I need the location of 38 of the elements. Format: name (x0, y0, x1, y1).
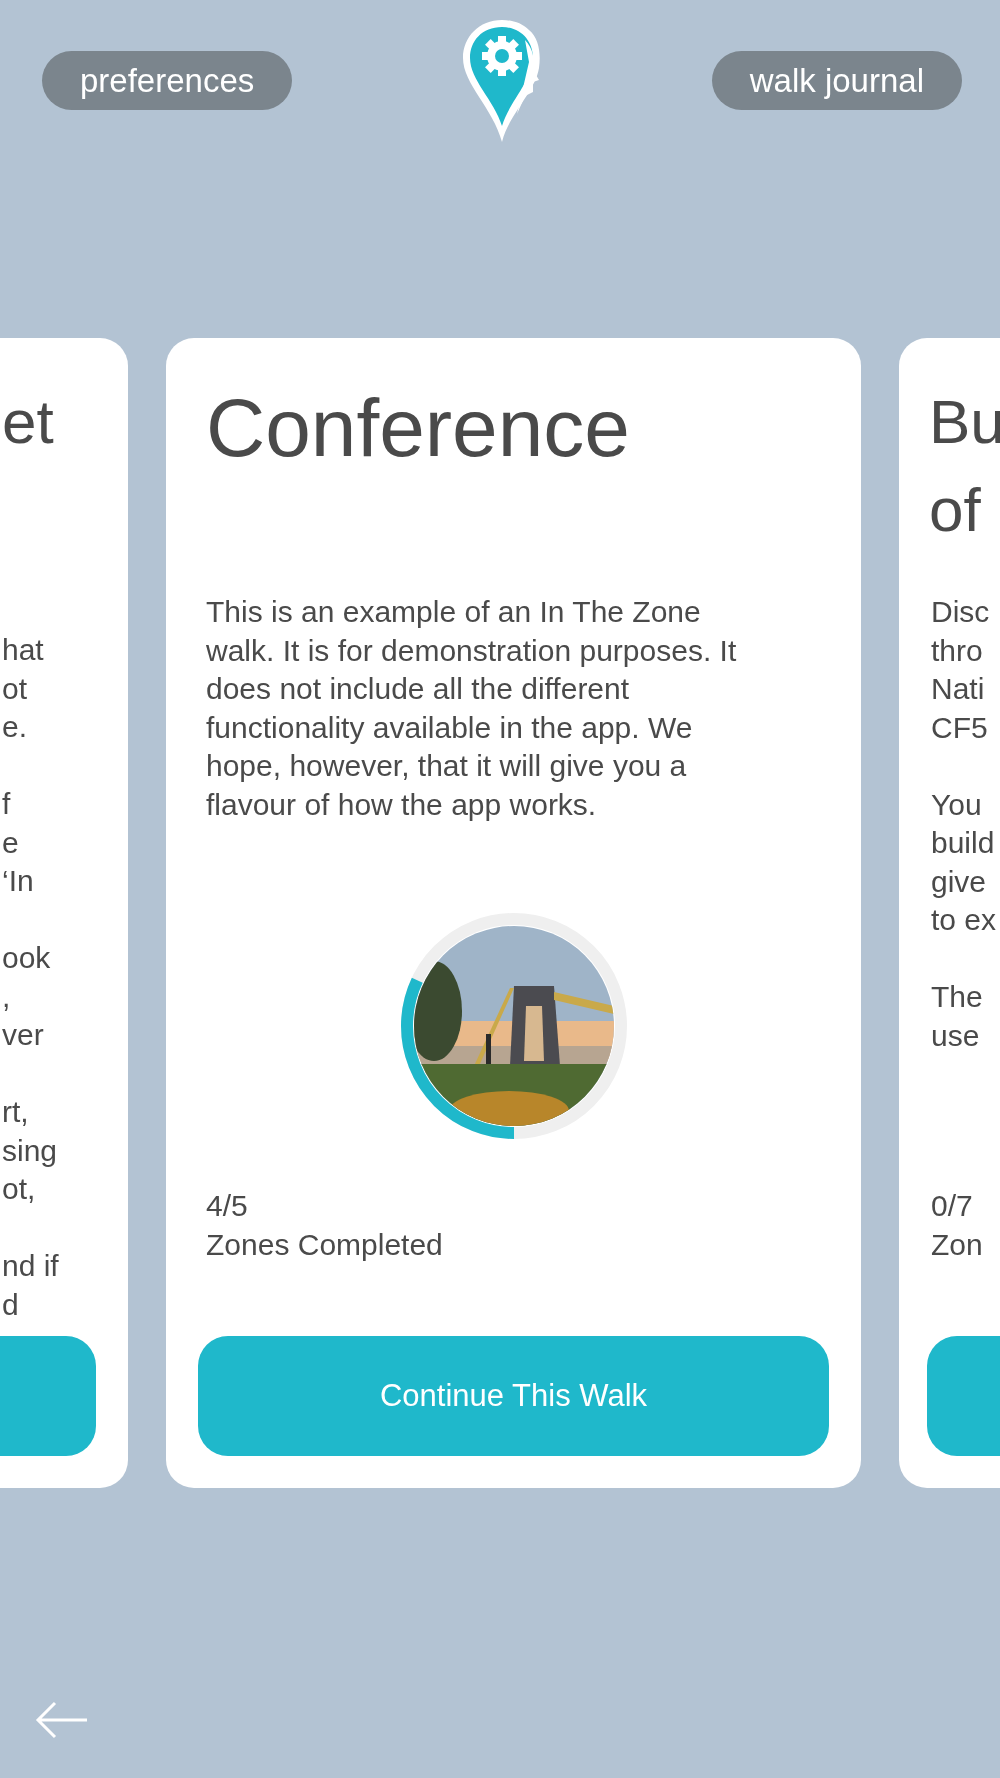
walk-button[interactable] (0, 1336, 96, 1456)
description-line: You (931, 787, 982, 821)
walk-description: This is an example of an In The Zone walk. It is for demonstration purposes. It does not include all the different functionality available in the app. We hope, however, that it will give you a flavour of how the app works. (206, 594, 738, 823)
description-line: ot, (2, 1172, 36, 1205)
walk-journal-button[interactable]: walk journal (711, 51, 962, 110)
description-line: use (931, 1018, 980, 1052)
description-line: nd if (2, 1249, 59, 1282)
description-line: ot (2, 671, 28, 705)
zones-label: Zones Completed (206, 1226, 444, 1263)
back-arrow-icon[interactable] (35, 1700, 89, 1740)
preferences-button[interactable]: preferences (42, 51, 293, 110)
zones-count: 4/5 (206, 1188, 249, 1224)
walk-title: of (928, 474, 982, 546)
description-line: ook (2, 941, 51, 974)
zones-label: Zon (931, 1226, 984, 1263)
description-line: to ex (931, 903, 997, 936)
walk-title: et (1, 386, 55, 458)
description-line: thro (931, 633, 983, 667)
description-line: Disc (931, 595, 990, 628)
description-line: sing (2, 1133, 58, 1167)
description-line: , (2, 979, 11, 1013)
description-line: Nati (931, 672, 985, 705)
zones-count: 0/7 (931, 1188, 974, 1224)
description-line: f (2, 787, 11, 820)
description-line: rt, (2, 1095, 29, 1128)
description-line: e. (2, 710, 28, 743)
description-line: give (931, 864, 987, 898)
walk-title: Conference (205, 381, 631, 475)
description-line: ver (2, 1018, 44, 1051)
description-line: The (931, 980, 983, 1013)
continue-walk-button[interactable]: Continue This Walk (198, 1336, 829, 1456)
description-line: hat (2, 633, 44, 666)
description-line: e (2, 825, 19, 859)
description-line: ‘In (2, 864, 34, 897)
description-line: d (2, 1287, 19, 1321)
description-line: CF5 (931, 710, 988, 744)
description-line: build (931, 826, 995, 859)
walk-button[interactable] (927, 1336, 1000, 1456)
